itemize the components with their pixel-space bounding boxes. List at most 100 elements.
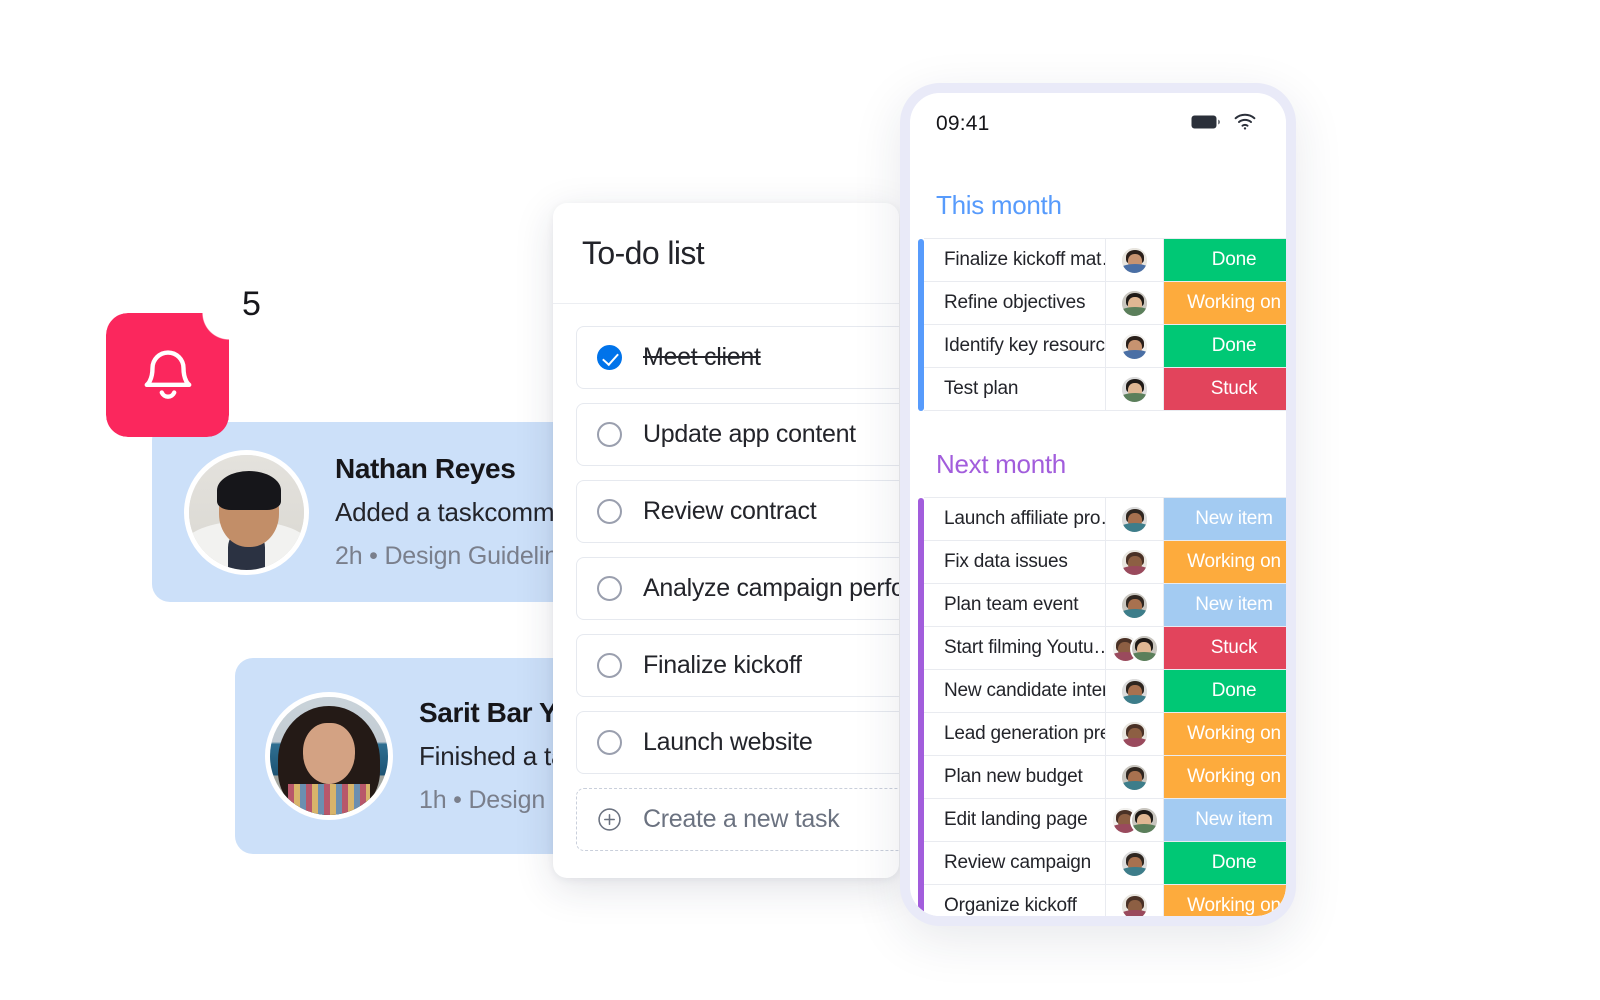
task-assignees[interactable] [1106, 584, 1164, 626]
avatar [1120, 719, 1149, 749]
notification-card[interactable]: Nathan Reyes Added a taskcomment 2h • De… [152, 422, 582, 602]
task-assignees[interactable] [1106, 368, 1164, 410]
create-task-button[interactable]: Create a new task [576, 788, 899, 851]
task-assignees[interactable] [1106, 756, 1164, 798]
avatar [1120, 331, 1149, 361]
notification-card[interactable]: Sarit Bar Yosef Finished a task 1h • Des… [235, 658, 585, 854]
todo-item-label: Review contract [643, 497, 817, 525]
table-row[interactable]: Edit landing page New item [924, 798, 1286, 842]
list-item[interactable]: Update app content [576, 403, 899, 466]
notification-action: Added a taskcomment [335, 497, 582, 527]
task-name: New candidate intervi [924, 670, 1106, 712]
status-badge[interactable]: Done [1164, 670, 1286, 712]
phone-screen: 09:41 This month Finalize kickoff mat… D… [910, 93, 1286, 916]
status-badge[interactable]: Stuck [1164, 627, 1286, 669]
task-assignees[interactable] [1106, 239, 1164, 281]
bell-icon [137, 343, 199, 412]
wifi-icon [1234, 113, 1256, 135]
task-name: Start filming Youtu… [924, 627, 1106, 669]
task-name: Refine objectives [924, 282, 1106, 324]
avatar [1120, 762, 1149, 792]
checkbox-icon[interactable] [597, 576, 622, 601]
table-row[interactable]: Finalize kickoff mat… Done [924, 238, 1286, 282]
task-name: Plan new budget [924, 756, 1106, 798]
status-badge[interactable]: Working on [1164, 541, 1286, 583]
todo-header: To-do list [553, 203, 899, 304]
table-row[interactable]: Start filming Youtu… Stuck [924, 626, 1286, 670]
status-badge[interactable]: Stuck [1164, 368, 1286, 410]
task-assignees[interactable] [1106, 541, 1164, 583]
status-badge[interactable]: New item [1164, 584, 1286, 626]
task-name: Fix data issues [924, 541, 1106, 583]
status-time: 09:41 [936, 112, 990, 135]
task-assignees[interactable] [1106, 282, 1164, 324]
todo-item-label: Launch website [643, 728, 813, 756]
task-assignees[interactable] [1106, 713, 1164, 755]
task-assignees[interactable] [1106, 498, 1164, 540]
status-badge[interactable]: Working on [1164, 756, 1286, 798]
table-row[interactable]: Refine objectives Working on [924, 281, 1286, 325]
list-item[interactable]: Analyze campaign performance [576, 557, 899, 620]
section-next-month: Next month Launch affiliate pro… New item… [910, 449, 1286, 916]
avatar [1120, 590, 1149, 620]
table-row[interactable]: New candidate intervi Done [924, 669, 1286, 713]
status-badge[interactable]: Done [1164, 842, 1286, 884]
avatar [1120, 245, 1149, 275]
checkbox-icon[interactable] [597, 422, 622, 447]
status-icons [1191, 113, 1256, 135]
list-item[interactable]: Review contract [576, 480, 899, 543]
task-name: Review campaign [924, 842, 1106, 884]
list-item[interactable]: Finalize kickoff [576, 634, 899, 697]
task-assignees[interactable] [1106, 325, 1164, 367]
checkbox-icon[interactable] [597, 730, 622, 755]
todo-item-label: Analyze campaign performance [643, 574, 899, 602]
section-this-month: This month Finalize kickoff mat… Done Refi… [910, 190, 1286, 411]
task-assignees[interactable] [1106, 627, 1164, 669]
task-assignees[interactable] [1106, 670, 1164, 712]
checkbox-checked-icon[interactable] [597, 345, 622, 370]
list-item[interactable]: Meet client [576, 326, 899, 389]
table-row[interactable]: Identify key resourc… Done [924, 324, 1286, 368]
task-assignees[interactable] [1106, 885, 1164, 916]
table-row[interactable]: Plan team event New item [924, 583, 1286, 627]
avatar [1120, 374, 1149, 404]
avatar [1129, 633, 1159, 663]
table-row[interactable]: Review campaign Done [924, 841, 1286, 885]
task-assignees[interactable] [1106, 842, 1164, 884]
status-badge[interactable]: Working on [1164, 282, 1286, 324]
table-row[interactable]: Test plan Stuck [924, 367, 1286, 411]
task-assignees[interactable] [1106, 799, 1164, 841]
avatar [1120, 288, 1149, 318]
status-badge[interactable]: Working on [1164, 885, 1286, 916]
avatar [1120, 891, 1149, 916]
checkbox-icon[interactable] [597, 499, 622, 524]
todo-item-label: Meet client [643, 343, 761, 371]
table-row[interactable]: Plan new budget Working on [924, 755, 1286, 799]
list-item[interactable]: Launch website [576, 711, 899, 774]
status-badge[interactable]: New item [1164, 799, 1286, 841]
status-badge[interactable]: New item [1164, 498, 1286, 540]
avatar [1120, 848, 1149, 878]
status-badge[interactable]: Working on [1164, 713, 1286, 755]
table-row[interactable]: Lead generation prese Working on [924, 712, 1286, 756]
notification-user-name: Nathan Reyes [335, 453, 516, 484]
status-badge[interactable]: Done [1164, 239, 1286, 281]
task-table: Finalize kickoff mat… Done Refine objectiv… [910, 238, 1286, 411]
table-row[interactable]: Organize kickoff Working on [924, 884, 1286, 916]
status-badge[interactable]: Done [1164, 325, 1286, 367]
todo-item-label: Update app content [643, 420, 856, 448]
avatar [1120, 547, 1149, 577]
todo-item-label: Finalize kickoff [643, 651, 802, 679]
checkbox-icon[interactable] [597, 653, 622, 678]
table-row[interactable]: Launch affiliate pro… New item [924, 497, 1286, 541]
table-row[interactable]: Fix data issues Working on [924, 540, 1286, 584]
task-name: Finalize kickoff mat… [924, 239, 1106, 281]
avatar [184, 449, 309, 575]
screenshot-root: Nathan Reyes Added a taskcomment 2h • De… [0, 0, 1600, 1000]
task-name: Edit landing page [924, 799, 1106, 841]
notification-text: Nathan Reyes Added a taskcomment 2h • De… [335, 453, 582, 571]
create-task-label: Create a new task [643, 805, 840, 833]
task-table: Launch affiliate pro… New item Fix data is… [910, 497, 1286, 916]
todo-items: Meet client Update app content Review co… [553, 304, 899, 851]
notification-bell-badge[interactable]: 5 [106, 285, 261, 437]
